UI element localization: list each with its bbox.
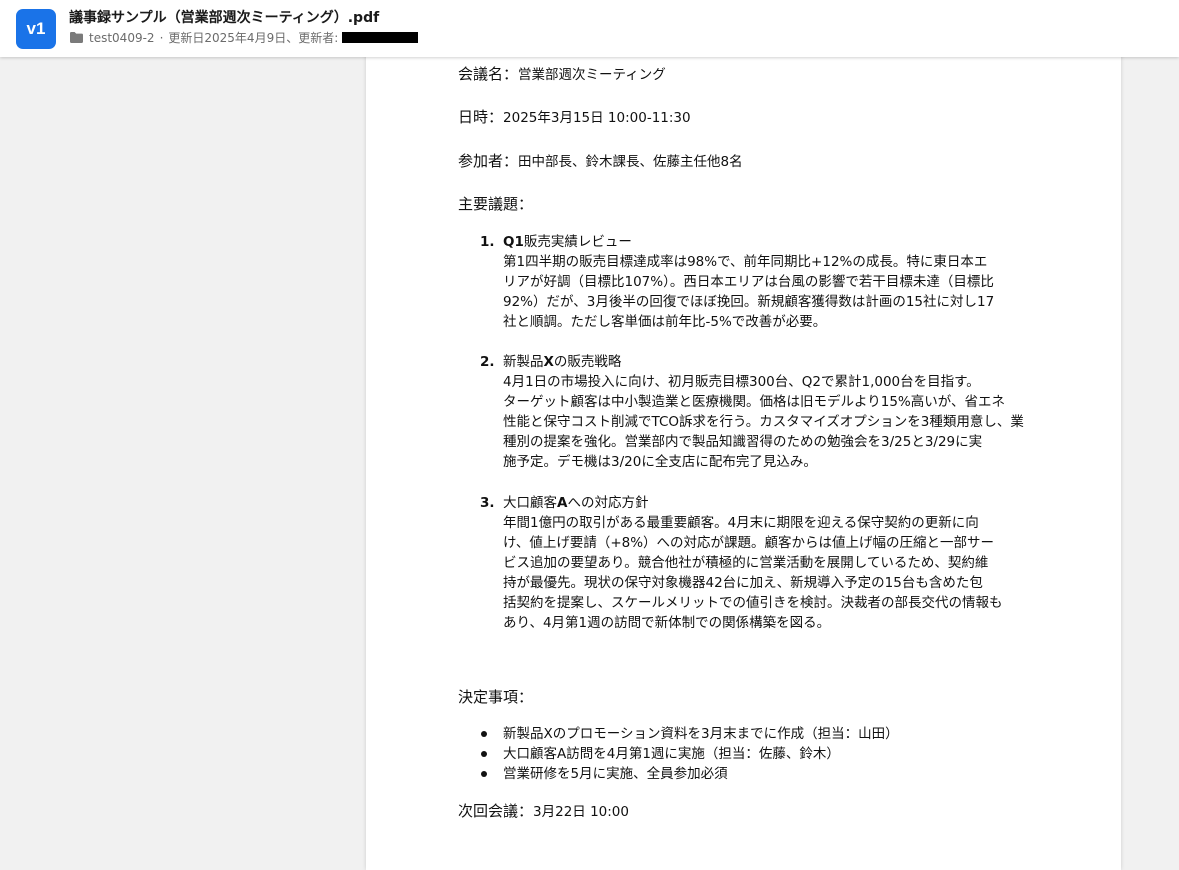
decision-item: 営業研修を5月に実施、全員参加必須 — [480, 764, 899, 784]
updated-info: 更新日2025年4月9日、更新者: — [168, 31, 339, 45]
bullet-icon — [481, 751, 487, 757]
body-line: 第1四半期の販売目標達成率は98%で、前年同期比+12%の成長。特に東日本エ — [503, 254, 988, 270]
folder-name-link[interactable]: test0409-2 — [89, 31, 155, 45]
agenda-item-title-bold: A — [557, 495, 568, 511]
agenda-item-title-pre: 大口顧客 — [503, 495, 557, 511]
agenda-item-title: Q1販売実績レビュー — [503, 232, 632, 252]
next-meeting-label: 次回会議： — [458, 802, 534, 820]
body-line: ターゲット顧客は中小製造業と医療機関。価格は旧モデルより15%高いが、省エネ — [503, 394, 1005, 410]
meeting-name-field: 会議名：営業部週次ミーティング — [458, 64, 666, 85]
agenda-item-body: 年間1億円の取引がある最重要顧客。4月末に期限を迎える保守契約の更新に向 け、値… — [503, 513, 1029, 633]
datetime-field: 日時：2025年3月15日 10:00-11:30 — [458, 107, 691, 128]
attendees-value: 田中部長、鈴木課長、佐藤主任他8名 — [518, 154, 743, 170]
agenda-item-title: 新製品Xの販売戦略 — [503, 352, 621, 372]
agenda-item-number: 1. — [480, 234, 495, 250]
decision-item: 新製品Xのプロモーション資料を3月末までに作成（担当：山田） — [480, 724, 899, 744]
next-meeting-value: 3月22日 10:00 — [533, 804, 629, 820]
body-line: 種別の提案を強化。営業部内で製品知識習得のための勉強会を3/25と3/29に実 — [503, 434, 983, 450]
meta-separator: · — [159, 30, 164, 45]
agenda-item-title-rest: 販売実績レビュー — [523, 234, 632, 250]
body-line: 持が最優先。現状の保守対象機器42台に加え、新規導入予定の15台も含めた包 — [503, 575, 983, 591]
body-line: 性能と保守コスト削減でTCO訴求を行う。カスタマイズオプションを3種類用意し、業 — [503, 414, 1024, 430]
body-line: 4月1日の市場投入に向け、初月販売目標300台、Q2で累計1,000台を目指す。 — [503, 374, 980, 390]
body-line: あり、4月第1週の訪問で新体制での関係構築を図る。 — [503, 615, 831, 631]
meeting-name-label: 会議名： — [458, 65, 519, 83]
body-line: け、値上げ要請（+8%）への対応が課題。顧客からは値上げ幅の圧縮と一部サー — [503, 535, 995, 551]
decision-item: 大口顧客A訪問を4月第1週に実施（担当：佐藤、鈴木） — [480, 744, 899, 764]
redacted-updater-name — [342, 32, 419, 43]
version-badge[interactable]: v1 — [16, 9, 56, 49]
body-line: 年間1億円の取引がある最重要顧客。4月末に期限を迎える保守契約の更新に向 — [503, 515, 979, 531]
decision-text: 営業研修を5月に実施、全員参加必須 — [503, 766, 728, 782]
agenda-item-number: 2. — [480, 354, 495, 370]
agenda-item-body: 第1四半期の販売目標達成率は98%で、前年同期比+12%の成長。特に東日本エ リ… — [503, 252, 1029, 332]
meeting-name-value: 営業部週次ミーティング — [518, 67, 666, 83]
bullet-icon — [481, 731, 487, 737]
decisions-heading: 決定事項： — [458, 688, 534, 706]
folder-icon — [70, 32, 83, 43]
document-title: 議事録サンプル（営業部週次ミーティング）.pdf — [69, 10, 380, 26]
agenda-item-title: 大口顧客Aへの対応方針 — [503, 493, 648, 513]
body-line: ビス追加の要望あり。競合他社が積極的に営業活動を展開しているため、契約維 — [503, 555, 989, 571]
body-line: 92%）だが、3月後半の回復でほぼ挽回。新規顧客獲得数は計画の15社に対し17 — [503, 294, 995, 310]
document-page: 会議名：営業部週次ミーティング 日時：2025年3月15日 10:00-11:3… — [366, 40, 1121, 870]
agenda-item-title-rest: への対応方針 — [567, 495, 649, 511]
document-meta: test0409-2 · 更新日2025年4月9日、更新者: — [69, 29, 419, 46]
body-line: 施予定。デモ機は3/20に全支店に配布完了見込み。 — [503, 454, 817, 470]
datetime-value: 2025年3月15日 10:00-11:30 — [503, 110, 691, 126]
body-line: 社と順調。ただし客単価は前年比-5%で改善が必要。 — [503, 314, 827, 330]
agenda-item-title-pre: 新製品 — [503, 354, 544, 370]
next-meeting-field: 次回会議：3月22日 10:00 — [458, 801, 629, 822]
agenda-item-title-rest: の販売戦略 — [553, 354, 622, 370]
agenda-item-title-bold: Q1 — [503, 234, 524, 250]
datetime-label: 日時： — [458, 108, 504, 126]
agenda-heading: 主要議題： — [458, 195, 534, 213]
body-line: 括契約を提案し、スケールメリットでの値引きを検討。決裁者の部長交代の情報も — [503, 595, 1003, 611]
bullet-icon — [481, 771, 487, 777]
document-header: v1 議事録サンプル（営業部週次ミーティング）.pdf test0409-2 ·… — [0, 0, 1179, 57]
decision-text: 新製品Xのプロモーション資料を3月末までに作成（担当：山田） — [503, 726, 899, 742]
decisions-list: 新製品Xのプロモーション資料を3月末までに作成（担当：山田） 大口顧客A訪問を4… — [480, 724, 899, 784]
agenda-item-body: 4月1日の市場投入に向け、初月販売目標300台、Q2で累計1,000台を目指す。… — [503, 372, 1029, 472]
attendees-field: 参加者：田中部長、鈴木課長、佐藤主任他8名 — [458, 151, 743, 172]
agenda-item-title-bold: X — [543, 354, 554, 370]
body-line: リアが好調（目標比107%）。西日本エリアは台風の影響で若干目標未達（目標比 — [503, 274, 994, 290]
decision-text: 大口顧客A訪問を4月第1週に実施（担当：佐藤、鈴木） — [503, 746, 840, 762]
agenda-item-number: 3. — [480, 495, 495, 511]
attendees-label: 参加者： — [458, 152, 519, 170]
